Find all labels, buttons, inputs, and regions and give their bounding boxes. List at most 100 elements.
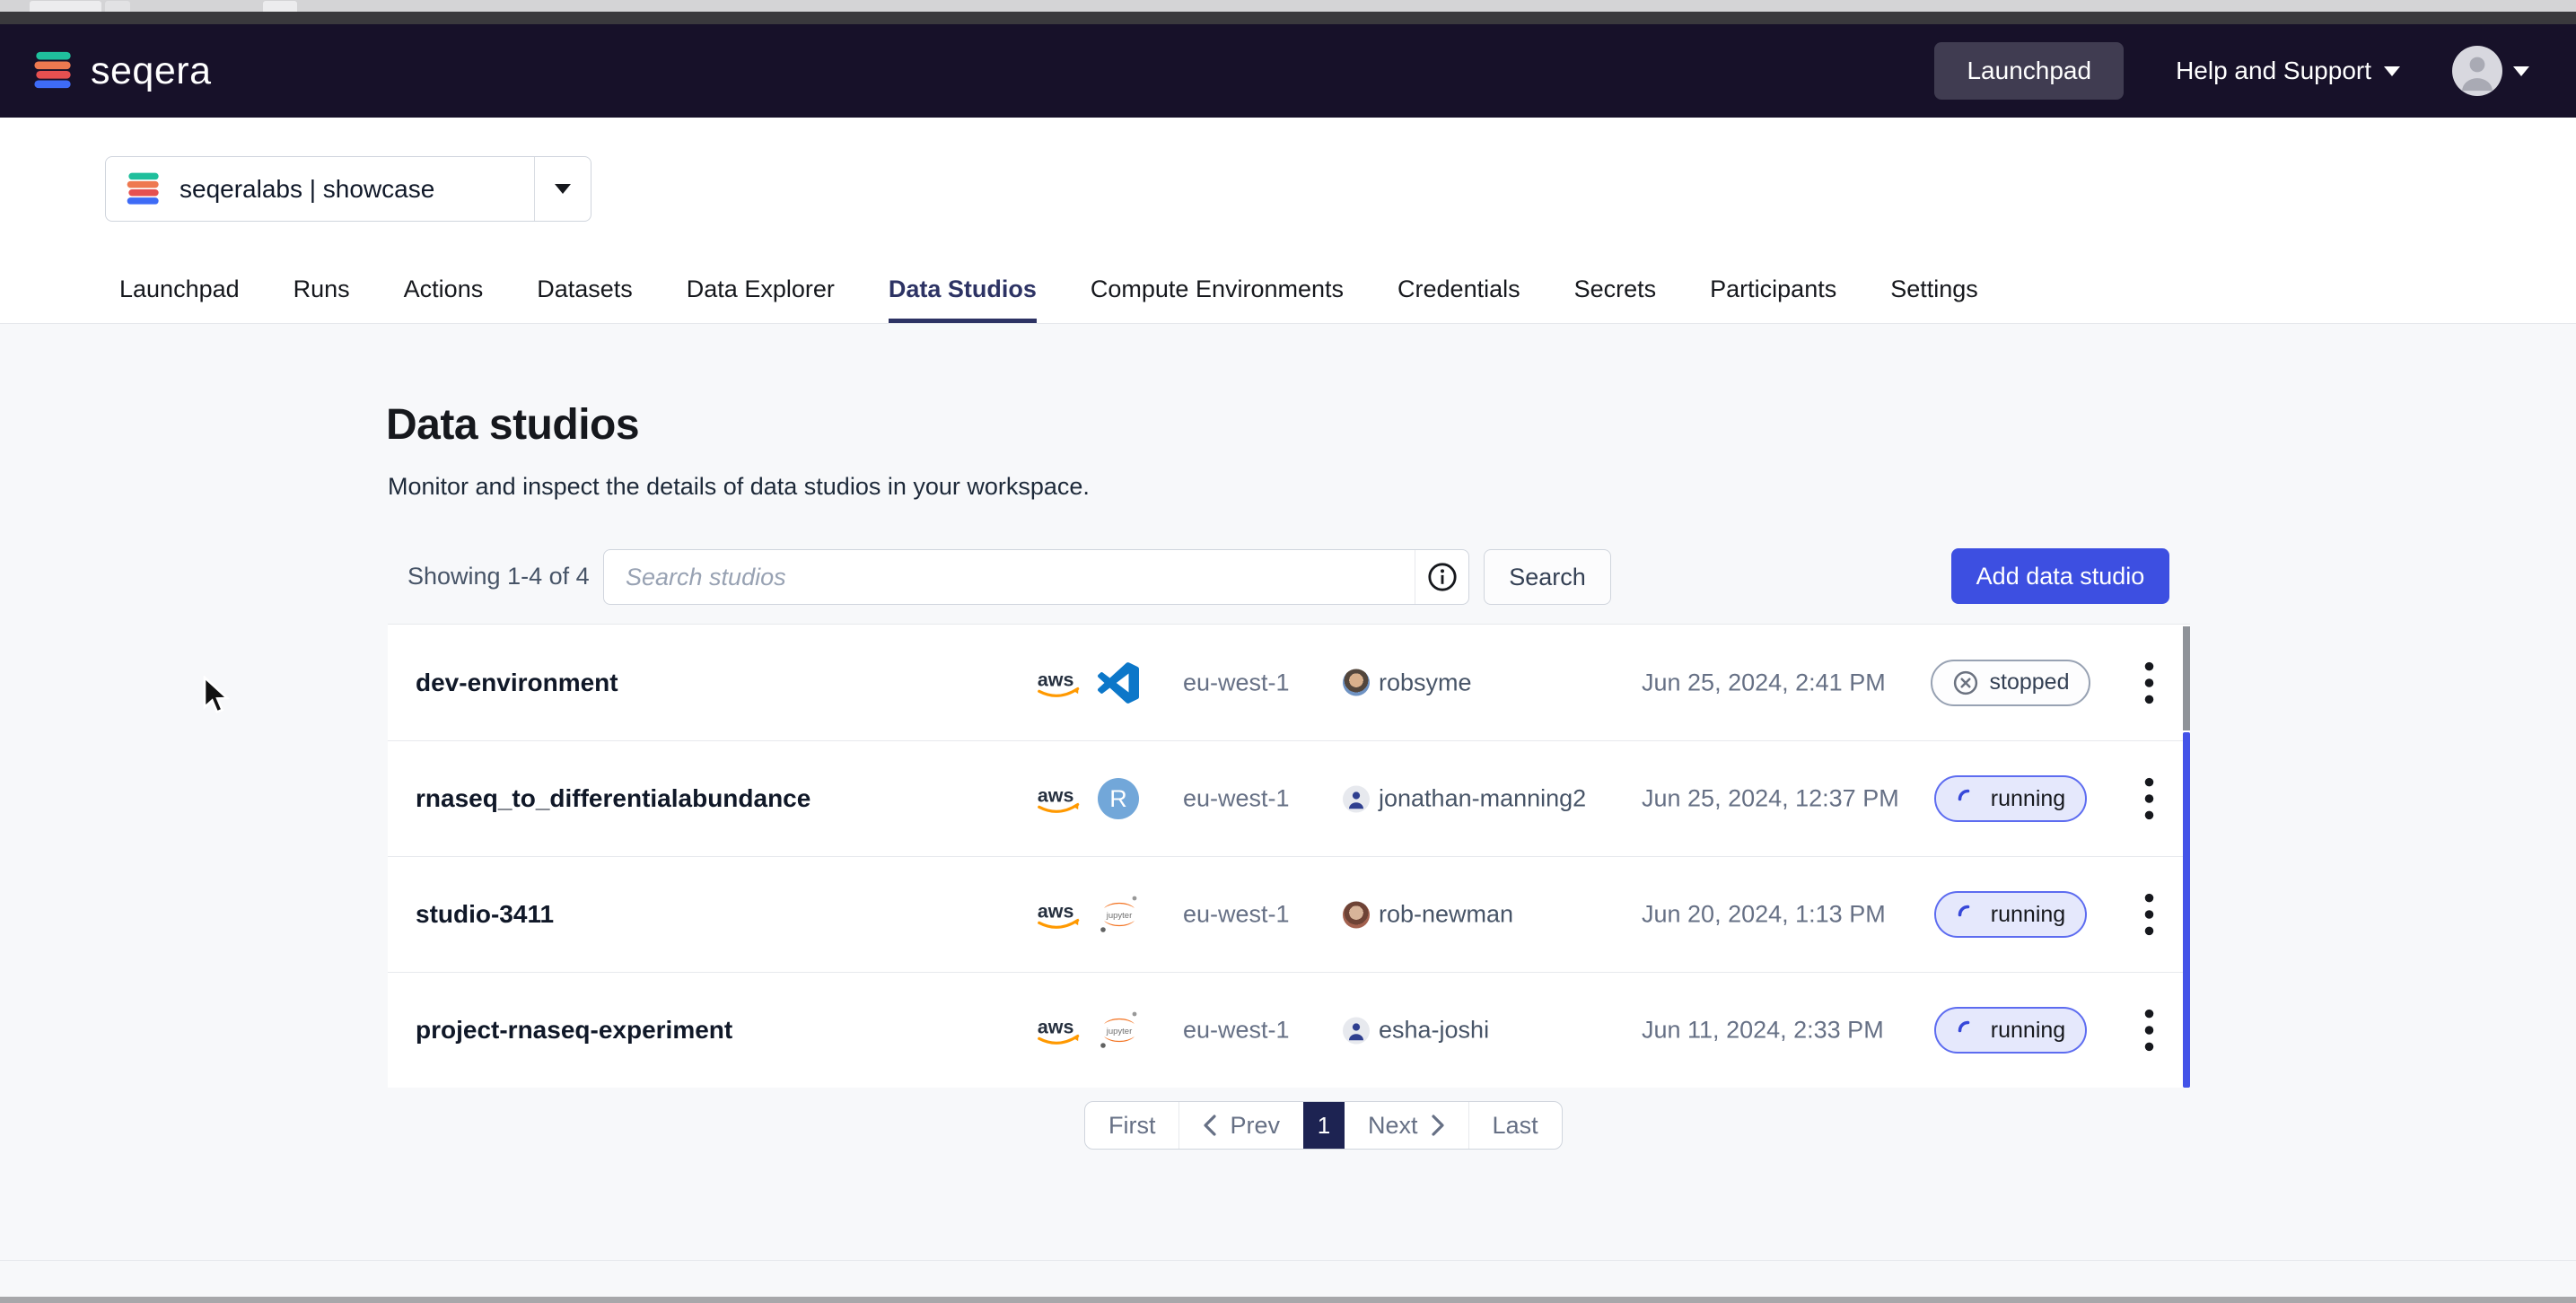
workspace-tabs: Launchpad Runs Actions Datasets Data Exp… <box>119 263 1978 323</box>
add-data-studio-button[interactable]: Add data studio <box>1951 548 2169 604</box>
region-label: eu-west-1 <box>1183 901 1290 929</box>
spinner-icon <box>1956 903 1980 927</box>
status-label: running <box>1991 902 2065 928</box>
table-row[interactable]: rnaseq_to_differentialabundance aws R ju… <box>388 740 2190 856</box>
user-name: jonathan-manning2 <box>1379 785 1586 813</box>
tab-runs[interactable]: Runs <box>294 263 350 315</box>
scrollbar[interactable] <box>2183 625 2190 1088</box>
svg-text:aws: aws <box>1038 901 1074 923</box>
search-input[interactable] <box>604 550 1415 604</box>
user-cell: rob-newman <box>1343 901 1513 929</box>
pagination-last[interactable]: Last <box>1469 1102 1562 1149</box>
user-cell: jonathan-manning2 <box>1343 785 1586 813</box>
user-cell: robsyme <box>1343 669 1472 696</box>
status-badge: running <box>1934 1007 2087 1054</box>
studio-name[interactable]: rnaseq_to_differentialabundance <box>416 784 810 813</box>
studio-env-icons: aws R jupyter <box>1036 1009 1141 1052</box>
tab-settings[interactable]: Settings <box>1890 263 1978 315</box>
pagination-next-label: Next <box>1368 1112 1418 1140</box>
tab-label: Data Studios <box>889 275 1037 303</box>
top-navbar: seqera Launchpad Help and Support <box>0 24 2576 118</box>
seqera-logo-icon <box>32 50 74 92</box>
date-label: Jun 25, 2024, 12:37 PM <box>1642 785 1899 813</box>
tab-launchpad[interactable]: Launchpad <box>119 263 240 315</box>
tab-label: Secrets <box>1574 275 1657 303</box>
tab-compute-environments[interactable]: Compute Environments <box>1091 263 1344 315</box>
workspace-selector-value: seqeralabs | showcase <box>180 175 534 204</box>
vscode-icon <box>1098 662 1139 704</box>
aws-icon: aws <box>1036 666 1086 700</box>
region-label: eu-west-1 <box>1183 1017 1290 1045</box>
studio-name[interactable]: dev-environment <box>416 669 618 697</box>
tab-participants[interactable]: Participants <box>1710 263 1836 315</box>
tab-label: Launchpad <box>119 275 240 303</box>
divider <box>0 323 2576 324</box>
table-row[interactable]: project-rnaseq-experiment aws R jupyter … <box>388 972 2190 1088</box>
help-and-support-menu[interactable]: Help and Support <box>2176 57 2400 85</box>
row-actions-menu-button[interactable] <box>2129 888 2169 941</box>
tab-data-explorer[interactable]: Data Explorer <box>687 263 835 315</box>
workspace-selector[interactable]: seqeralabs | showcase <box>105 156 591 222</box>
status-label: running <box>1991 786 2065 812</box>
pagination-current-page[interactable]: 1 <box>1303 1102 1345 1149</box>
user-generic-icon <box>1343 1017 1370 1044</box>
svg-text:jupyter: jupyter <box>1106 911 1133 921</box>
row-actions-menu-button[interactable] <box>2129 772 2169 826</box>
browser-chrome-strip <box>0 0 2576 12</box>
tab-datasets[interactable]: Datasets <box>537 263 633 315</box>
user-name: rob-newman <box>1379 901 1513 929</box>
chevron-right-icon <box>1431 1115 1445 1136</box>
window-bottom-strip <box>0 1297 2576 1303</box>
tab-label: Participants <box>1710 275 1836 303</box>
studio-env-icons: aws R jupyter <box>1036 778 1139 819</box>
showing-count: Showing 1-4 of 4 <box>407 529 590 624</box>
row-actions-menu-button[interactable] <box>2129 656 2169 710</box>
subheader: seqeralabs | showcase Launchpad Runs Act… <box>0 118 2576 324</box>
region-label: eu-west-1 <box>1183 669 1290 696</box>
browser-chrome-dark-strip <box>0 12 2576 24</box>
scrollbar-thumb[interactable] <box>2183 626 2190 730</box>
user-name: robsyme <box>1379 669 1472 696</box>
studio-name[interactable]: studio-3411 <box>416 900 554 929</box>
screen: seqera Launchpad Help and Support <box>0 0 2576 1303</box>
pagination-next[interactable]: Next <box>1345 1102 1468 1149</box>
tab-secrets[interactable]: Secrets <box>1574 263 1657 315</box>
chevron-down-icon <box>2513 66 2529 76</box>
aws-icon: aws <box>1036 1013 1086 1047</box>
avatar <box>1343 901 1370 928</box>
avatar <box>1343 669 1370 696</box>
table-row[interactable]: dev-environment aws R jupyter eu-west-1 <box>388 625 2190 740</box>
status-badge: stopped <box>1931 660 2091 706</box>
studio-name[interactable]: project-rnaseq-experiment <box>416 1016 732 1045</box>
row-actions-menu-button[interactable] <box>2129 1003 2169 1057</box>
launchpad-button[interactable]: Launchpad <box>1934 42 2124 100</box>
kebab-menu-icon <box>2144 660 2154 706</box>
brand[interactable]: seqera <box>32 49 211 93</box>
pagination-prev[interactable]: Prev <box>1179 1102 1303 1149</box>
tab-data-studios[interactable]: Data Studios <box>889 263 1037 315</box>
user-menu[interactable] <box>2452 46 2529 96</box>
date-label: Jun 25, 2024, 2:41 PM <box>1642 669 1886 696</box>
pagination-first[interactable]: First <box>1085 1102 1178 1149</box>
pagination-prev-label: Prev <box>1230 1112 1280 1140</box>
pagination: First Prev 1 Next Last <box>1084 1101 1563 1150</box>
info-icon <box>1427 562 1458 592</box>
chevron-down-icon <box>2384 66 2400 76</box>
tab-label: Settings <box>1890 275 1978 303</box>
status-badge: running <box>1934 775 2087 822</box>
tab-actions[interactable]: Actions <box>404 263 484 315</box>
page-title: Data studios <box>386 400 639 450</box>
spinner-icon <box>1956 1019 1980 1043</box>
scrollbar-track-highlight <box>2183 732 2190 1088</box>
user-generic-icon <box>1343 785 1370 812</box>
avatar-icon <box>2452 46 2502 96</box>
search-button[interactable]: Search <box>1484 549 1611 605</box>
tab-credentials[interactable]: Credentials <box>1398 263 1520 315</box>
aws-icon: aws <box>1036 897 1086 931</box>
brand-wordmark: seqera <box>91 49 211 93</box>
search-box <box>603 549 1469 605</box>
search-info-button[interactable] <box>1415 550 1468 604</box>
table-row[interactable]: studio-3411 aws R jupyter eu-west-1 <box>388 856 2190 972</box>
chevron-left-icon <box>1203 1115 1217 1136</box>
workspace-selector-caret[interactable] <box>535 184 591 194</box>
